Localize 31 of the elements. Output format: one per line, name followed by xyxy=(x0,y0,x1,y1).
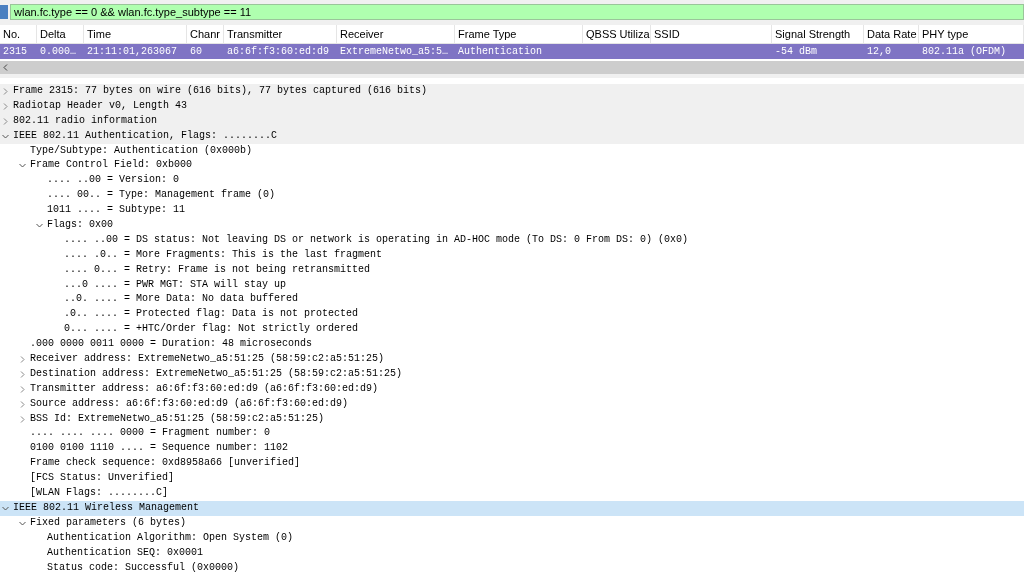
column-header[interactable]: No. xyxy=(0,25,37,43)
column-header[interactable]: Chanr xyxy=(187,25,224,43)
detail-tree-row[interactable]: Frame 2315: 77 bytes on wire (616 bits), 77 bytes captured (616 bits) xyxy=(0,84,1024,99)
bookmark-icon[interactable] xyxy=(0,5,8,19)
horizontal-scrollbar[interactable] xyxy=(0,61,1024,78)
collapsed-chevron-icon[interactable] xyxy=(2,117,9,125)
column-header[interactable]: Receiver xyxy=(337,25,455,43)
expanded-chevron-icon[interactable] xyxy=(36,221,43,229)
collapsed-chevron-icon[interactable] xyxy=(19,400,26,408)
collapsed-chevron-icon[interactable] xyxy=(19,370,26,378)
column-header[interactable]: Transmitter xyxy=(224,25,337,43)
column-header[interactable]: Data Rate xyxy=(864,25,919,43)
collapsed-chevron-icon[interactable] xyxy=(19,355,26,363)
display-filter-field[interactable]: wlan.fc.type == 0 && wlan.fc.type_subtype == 11 xyxy=(10,4,1024,20)
column-header[interactable]: PHY type xyxy=(919,25,1024,43)
column-header[interactable]: QBSS Utiliza xyxy=(583,25,651,43)
column-header[interactable]: Signal Strength xyxy=(772,25,864,43)
collapsed-chevron-icon[interactable] xyxy=(2,87,9,95)
column-header[interactable]: Frame Type xyxy=(455,25,583,43)
column-header[interactable]: SSID xyxy=(651,25,772,43)
expanded-chevron-icon[interactable] xyxy=(2,504,9,512)
scroll-left-icon[interactable] xyxy=(3,64,8,71)
column-header[interactable]: Delta xyxy=(37,25,84,43)
collapsed-chevron-icon[interactable] xyxy=(2,102,9,110)
expanded-chevron-icon[interactable] xyxy=(19,519,26,527)
collapsed-chevron-icon[interactable] xyxy=(19,385,26,393)
packet-row[interactable]: 2315 0.000… 21:11:01,263067 60 a6:6f:f3:60:ed:d9 ExtremeNetwo_a5:5… Authentication -54 dBm 12,0 802.11a (OFDM) xyxy=(0,44,1024,59)
collapsed-chevron-icon[interactable] xyxy=(19,415,26,423)
column-header[interactable]: Time xyxy=(84,25,187,43)
expanded-chevron-icon[interactable] xyxy=(2,132,9,140)
expanded-chevron-icon[interactable] xyxy=(19,162,26,170)
